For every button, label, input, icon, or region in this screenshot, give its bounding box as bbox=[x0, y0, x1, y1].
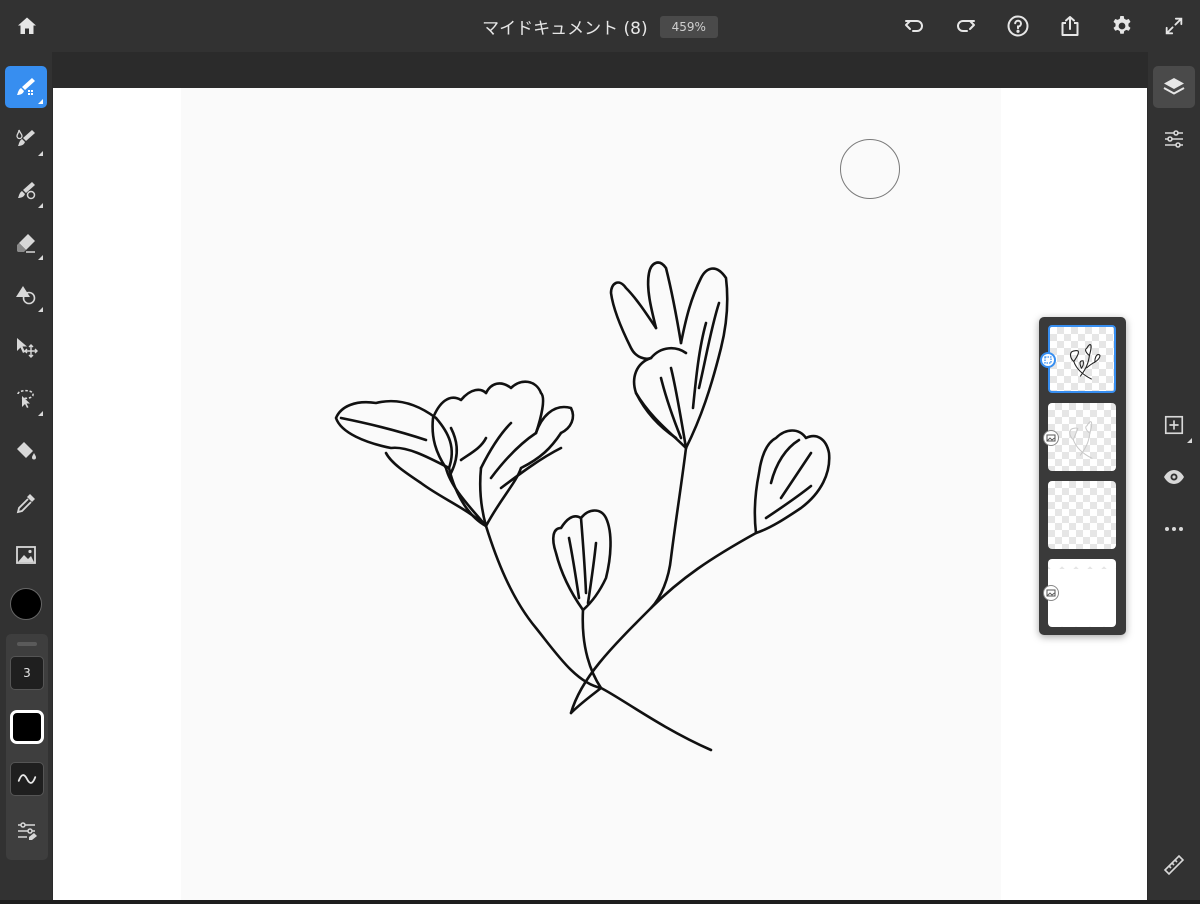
artwork-canvas[interactable] bbox=[181, 88, 1001, 900]
layer-thumbnail-1[interactable] bbox=[1048, 325, 1116, 393]
image-layer-badge-icon bbox=[1043, 430, 1059, 446]
image-tool[interactable] bbox=[5, 534, 47, 576]
artboard[interactable] bbox=[53, 88, 1147, 900]
panel-drag-handle[interactable] bbox=[17, 642, 37, 646]
left-toolbar: 3 bbox=[0, 52, 52, 900]
eyedropper-icon bbox=[16, 494, 35, 514]
layer-thumbnail-3[interactable] bbox=[1048, 481, 1116, 549]
selection-tool[interactable] bbox=[5, 378, 47, 420]
brush-cursor-circle bbox=[840, 139, 900, 199]
vector-brush-tool[interactable] bbox=[5, 170, 47, 212]
zoom-level[interactable]: 459% bbox=[659, 15, 718, 38]
more-options-button[interactable] bbox=[1153, 508, 1195, 550]
right-toolbar bbox=[1148, 52, 1200, 900]
redo-icon[interactable] bbox=[952, 12, 980, 40]
smoothing-button[interactable] bbox=[10, 762, 44, 796]
smoothing-icon bbox=[17, 774, 37, 784]
layers-button[interactable] bbox=[1153, 66, 1195, 108]
help-icon[interactable] bbox=[1004, 12, 1032, 40]
home-icon[interactable] bbox=[13, 12, 41, 40]
eraser-tool[interactable] bbox=[5, 222, 47, 264]
settings-icon[interactable] bbox=[1108, 12, 1136, 40]
image-layer-badge-icon bbox=[1043, 585, 1059, 601]
share-icon[interactable] bbox=[1056, 12, 1084, 40]
layers-icon bbox=[1163, 78, 1185, 95]
more-icon bbox=[1165, 527, 1183, 531]
color-picker-swatch[interactable] bbox=[10, 588, 42, 620]
ruler-button[interactable] bbox=[1153, 844, 1195, 886]
live-brush-tool[interactable] bbox=[5, 118, 47, 160]
transform-tool[interactable] bbox=[5, 326, 47, 368]
paint-bucket-icon bbox=[17, 442, 36, 460]
brush-size-button[interactable]: 3 bbox=[10, 656, 44, 690]
fill-tool[interactable] bbox=[5, 430, 47, 472]
pixel-brush-icon bbox=[17, 78, 35, 95]
properties-icon bbox=[1165, 130, 1183, 148]
flower-drawing bbox=[334, 261, 831, 752]
brush-settings-button[interactable] bbox=[10, 814, 44, 848]
lasso-selection-icon bbox=[17, 389, 34, 408]
add-layer-button[interactable] bbox=[1153, 404, 1195, 446]
shape-icon bbox=[16, 286, 36, 305]
brush-color-swatch[interactable] bbox=[10, 710, 44, 744]
brush-settings-icon bbox=[18, 822, 37, 840]
eye-icon bbox=[1164, 470, 1184, 484]
fullscreen-icon[interactable] bbox=[1160, 12, 1188, 40]
image-icon bbox=[16, 546, 36, 564]
shape-tool[interactable] bbox=[5, 274, 47, 316]
transform-icon bbox=[17, 338, 38, 358]
eyedropper-tool[interactable] bbox=[5, 482, 47, 524]
document-title[interactable]: マイドキュメント (8) bbox=[482, 14, 647, 39]
visibility-button[interactable] bbox=[1153, 456, 1195, 498]
layers-panel bbox=[1039, 317, 1126, 635]
top-bar: マイドキュメント (8) 459% bbox=[0, 0, 1200, 52]
live-brush-icon bbox=[16, 129, 35, 146]
brush-settings-panel: 3 bbox=[6, 634, 48, 860]
layer-preview-drawing bbox=[1069, 343, 1101, 380]
add-layer-icon bbox=[1164, 415, 1184, 435]
undo-icon[interactable] bbox=[900, 12, 928, 40]
pixel-brush-tool[interactable] bbox=[5, 66, 47, 108]
vector-layer-badge-icon bbox=[1040, 352, 1056, 368]
properties-button[interactable] bbox=[1153, 118, 1195, 160]
canvas-area[interactable] bbox=[52, 52, 1148, 900]
eraser-icon bbox=[17, 234, 35, 253]
vector-brush-icon bbox=[18, 182, 36, 200]
ruler-icon bbox=[1163, 854, 1185, 876]
